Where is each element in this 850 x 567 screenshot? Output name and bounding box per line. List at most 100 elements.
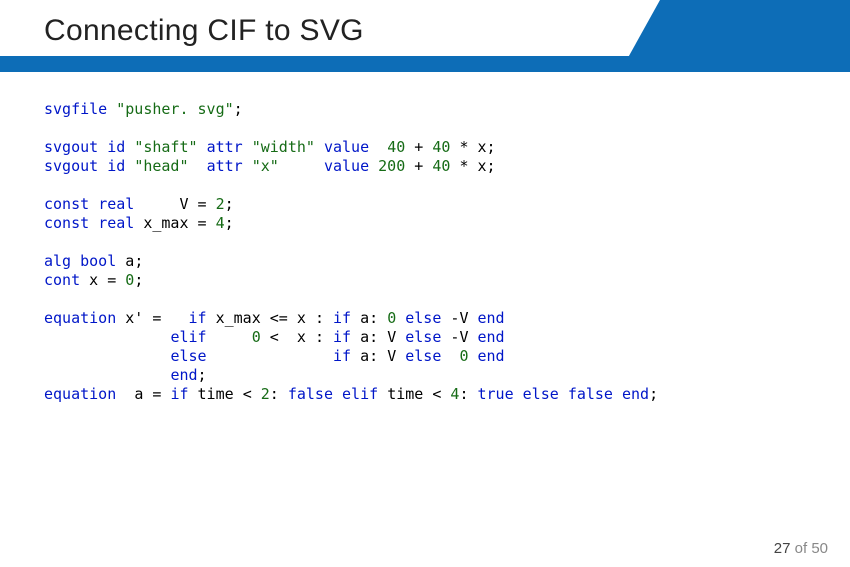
kw-end: end (478, 309, 505, 327)
kw-if: if (333, 347, 351, 365)
kw-false: false (288, 385, 333, 403)
id-time: time (387, 385, 423, 403)
str-width: "width" (252, 138, 315, 156)
sym-semi: ; (487, 138, 496, 156)
sym-colon: : (270, 385, 279, 403)
kw-elif: elif (170, 328, 206, 346)
kw-end: end (170, 366, 197, 384)
str-shaft: "shaft" (134, 138, 197, 156)
sym-colon: : (369, 328, 378, 346)
header-underline (0, 56, 850, 72)
page-total: 50 (811, 540, 828, 557)
sym-eq: = (198, 214, 207, 232)
num-4: 4 (216, 214, 225, 232)
kw-id: id (107, 157, 125, 175)
num-2: 2 (261, 385, 270, 403)
id-a: a (134, 385, 143, 403)
sym-semi: ; (225, 214, 234, 232)
sym-semi: ; (198, 366, 207, 384)
kw-else: else (405, 328, 441, 346)
num-2: 2 (216, 195, 225, 213)
kw-cont: cont (44, 271, 80, 289)
sym-plus: + (414, 157, 423, 175)
kw-elif: elif (342, 385, 378, 403)
sym-star: * (459, 157, 468, 175)
slide-title: Connecting CIF to SVG (44, 14, 364, 48)
sym-semi: ; (649, 385, 658, 403)
sym-semi: ; (134, 252, 143, 270)
id-a: a (125, 252, 134, 270)
kw-real: real (98, 195, 134, 213)
kw-attr: attr (207, 157, 243, 175)
sym-semi: ; (134, 271, 143, 289)
sym-eq: = (107, 271, 116, 289)
kw-real: real (98, 214, 134, 232)
kw-if: if (170, 385, 188, 403)
kw-equation: equation (44, 385, 116, 403)
kw-else: else (405, 347, 441, 365)
sym-colon: : (459, 385, 468, 403)
kw-attr: attr (207, 138, 243, 156)
sym-colon: : (315, 309, 324, 327)
kw-end: end (622, 385, 649, 403)
sym-lt: < (243, 385, 252, 403)
code-block: svgfile "pusher. svg"; svgout id "shaft"… (44, 100, 658, 404)
num-0: 0 (125, 271, 134, 289)
id-V: V (179, 195, 188, 213)
sym-eq: = (152, 385, 161, 403)
page-current: 27 (774, 540, 791, 557)
id-x: x (478, 157, 487, 175)
sym-star: * (459, 138, 468, 156)
id-xmax: x_max (143, 214, 188, 232)
kw-svgout: svgout (44, 157, 98, 175)
num-0: 0 (252, 328, 261, 346)
kw-if: if (189, 309, 207, 327)
kw-id: id (107, 138, 125, 156)
id-a: a (360, 328, 369, 346)
id-time: time (198, 385, 234, 403)
num-40: 40 (432, 157, 450, 175)
kw-end: end (478, 347, 505, 365)
sym-colon: : (315, 328, 324, 346)
str-pusher-svg: "pusher. svg" (116, 100, 233, 118)
id-x: x (89, 271, 98, 289)
kw-const: const (44, 195, 89, 213)
str-head: "head" (134, 157, 188, 175)
kw-svgfile: svgfile (44, 100, 107, 118)
kw-if: if (333, 309, 351, 327)
id-xmax: x_max (216, 309, 261, 327)
id-x: x (297, 328, 306, 346)
num-40: 40 (432, 138, 450, 156)
kw-else: else (405, 309, 441, 327)
id-V: V (387, 347, 396, 365)
kw-if: if (333, 328, 351, 346)
kw-value: value (324, 138, 369, 156)
sym-lt: < (432, 385, 441, 403)
id-x: x (478, 138, 487, 156)
kw-equation: equation (44, 309, 116, 327)
kw-true: true (478, 385, 514, 403)
kw-alg: alg (44, 252, 71, 270)
kw-else: else (523, 385, 559, 403)
kw-false: false (568, 385, 613, 403)
num-40: 40 (387, 138, 405, 156)
sym-plus: + (414, 138, 423, 156)
num-200: 200 (378, 157, 405, 175)
sym-lt: < (270, 328, 279, 346)
id-V: V (387, 328, 396, 346)
id-a: a (360, 309, 369, 327)
id-V: V (459, 309, 468, 327)
kw-bool: bool (80, 252, 116, 270)
id-x: x (297, 309, 306, 327)
id-a: a (360, 347, 369, 365)
kw-else: else (170, 347, 206, 365)
kw-value: value (324, 157, 369, 175)
sym-colon: : (369, 347, 378, 365)
sym-le: <= (270, 309, 288, 327)
sym-semi: ; (234, 100, 243, 118)
kw-end: end (478, 328, 505, 346)
id-V: V (459, 328, 468, 346)
slide-header: Connecting CIF to SVG (0, 0, 850, 68)
sym-colon: : (369, 309, 378, 327)
page-of: of (795, 540, 808, 557)
